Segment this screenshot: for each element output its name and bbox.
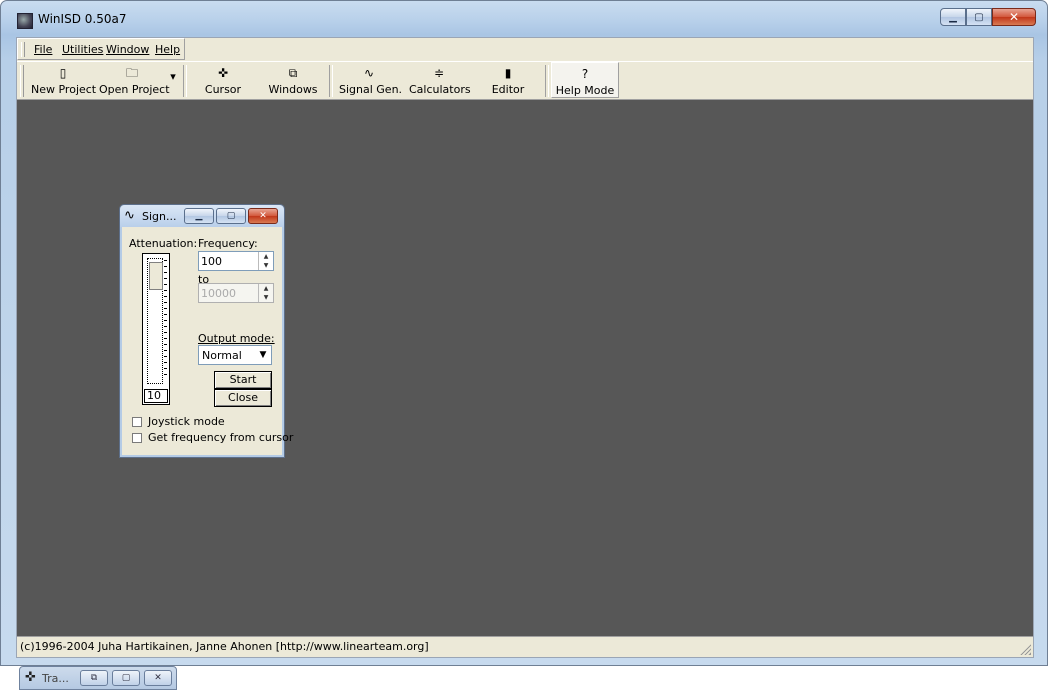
calculators-button[interactable]: ≑ Calculators xyxy=(409,65,471,99)
editor-button[interactable]: ▮ Editor xyxy=(483,65,533,99)
open-project-icon: 🗀 xyxy=(125,66,138,80)
sine-wave-icon: ∿ xyxy=(124,208,135,223)
cursor-icon: ✜ xyxy=(25,670,36,685)
window-title: WinISD 0.50a7 xyxy=(38,12,127,26)
open-project-button[interactable]: 🗀 Open Project xyxy=(99,65,170,99)
calculators-label: Calculators xyxy=(409,83,471,96)
mdi-workspace[interactable]: ∿ Sign... ▁ ▢ ✕ Attenuation: 10 Frequenc… xyxy=(17,100,1033,690)
frequency-label: Frequency: xyxy=(198,237,258,250)
new-project-label: New Project xyxy=(31,83,97,96)
new-project-icon: ▯ xyxy=(59,66,67,80)
resize-grip[interactable] xyxy=(1019,643,1031,655)
slider-ticks xyxy=(164,260,167,380)
status-bar: (c)1996-2004 Juha Hartikainen, Janne Aho… xyxy=(17,636,1033,657)
app-window: WinISD 0.50a7 ▁ ▢ ✕ File Utilities Windo… xyxy=(0,0,1048,690)
menu-utilities[interactable]: Utilities xyxy=(62,43,103,56)
minimize-button[interactable]: ▁ xyxy=(940,8,966,26)
signal-window-title-bar[interactable]: ∿ Sign... ▁ ▢ ✕ xyxy=(120,205,284,227)
minimized-child-window[interactable]: ✜ Tra... ⧉ ▢ ✕ xyxy=(19,666,177,690)
joystick-mode-label: Joystick mode xyxy=(148,415,225,428)
open-project-label: Open Project xyxy=(99,83,170,96)
calculators-icon: ≑ xyxy=(433,66,445,80)
signal-gen-icon: ∿ xyxy=(363,66,375,80)
menu-help[interactable]: Help xyxy=(155,43,180,56)
menu-bar: File Utilities Window Help xyxy=(17,38,185,60)
chevron-down-icon[interactable]: ▼ xyxy=(256,347,270,363)
open-project-dropdown[interactable]: ▾ xyxy=(167,70,179,104)
get-frequency-checkbox[interactable] xyxy=(132,433,142,443)
get-frequency-label: Get frequency from cursor xyxy=(148,431,294,444)
menu-file-label: File xyxy=(34,43,53,56)
cursor-button[interactable]: ✜ Cursor xyxy=(195,65,251,99)
status-text: (c)1996-2004 Juha Hartikainen, Janne Aho… xyxy=(20,640,429,653)
menu-window[interactable]: Window xyxy=(106,43,149,56)
client-area: File Utilities Window Help ▯ New Project… xyxy=(16,37,1034,690)
windows-label: Windows xyxy=(268,83,318,96)
cursor-icon: ✜ xyxy=(217,66,229,80)
menu-window-label: Window xyxy=(106,43,150,56)
editor-icon: ▮ xyxy=(504,66,512,80)
minimized-window-title: Tra... xyxy=(42,672,69,685)
frequency-spinner[interactable]: ▲ ▼ xyxy=(258,252,273,270)
maximize-button[interactable]: ▢ xyxy=(112,670,140,686)
maximize-button[interactable]: ▢ xyxy=(966,8,992,26)
close-dialog-button[interactable]: Close xyxy=(214,389,272,407)
output-mode-value: Normal xyxy=(202,349,242,362)
slider-thumb[interactable] xyxy=(149,262,163,290)
windows-icon: ⧉ xyxy=(288,66,298,80)
menu-help-label: Help xyxy=(155,43,181,56)
signal-maximize-button[interactable]: ▢ xyxy=(216,208,246,224)
app-icon[interactable] xyxy=(17,13,33,29)
new-project-button[interactable]: ▯ New Project xyxy=(31,65,97,99)
to-frequency-input[interactable]: 10000 ▲ ▼ xyxy=(198,283,274,303)
output-mode-label: Output mode: xyxy=(198,332,275,345)
joystick-mode-checkbox[interactable] xyxy=(132,417,142,427)
to-frequency-spinner[interactable]: ▲ ▼ xyxy=(258,284,273,302)
close-button[interactable]: ✕ xyxy=(144,670,172,686)
attenuation-slider[interactable]: 10 xyxy=(142,253,170,405)
signal-window-title: Sign... xyxy=(142,210,177,223)
menu-file[interactable]: File xyxy=(34,43,52,56)
toolbar-separator xyxy=(329,65,333,97)
to-frequency-value: 10000 xyxy=(201,287,236,300)
signal-close-button[interactable]: ✕ xyxy=(248,208,278,224)
editor-label: Editor xyxy=(491,83,525,96)
cursor-label: Cursor xyxy=(204,83,242,96)
signal-gen-button[interactable]: ∿ Signal Gen. xyxy=(339,65,403,99)
menu-grip[interactable] xyxy=(21,42,25,57)
help-mode-label: Help Mode xyxy=(555,84,615,97)
help-icon: ? xyxy=(581,67,589,81)
signal-generator-window: ∿ Sign... ▁ ▢ ✕ Attenuation: 10 Frequenc… xyxy=(119,204,293,458)
toolbar-grip[interactable] xyxy=(20,65,24,97)
toolbar-separator xyxy=(183,65,187,97)
title-bar[interactable]: WinISD 0.50a7 ▁ ▢ ✕ xyxy=(1,1,1047,35)
close-button[interactable]: ✕ xyxy=(992,8,1036,26)
output-mode-select[interactable]: Normal ▼ xyxy=(198,345,272,365)
attenuation-value: 10 xyxy=(144,389,168,403)
help-mode-button[interactable]: ? Help Mode xyxy=(551,62,619,98)
attenuation-label: Attenuation: xyxy=(129,237,198,250)
toolbar-separator xyxy=(545,65,549,97)
toolbar: ▯ New Project 🗀 Open Project ▾ ✜ Cursor … xyxy=(17,61,1033,100)
caption-buttons: ▁ ▢ ✕ xyxy=(940,8,1036,27)
menu-utilities-label: Utilities xyxy=(62,43,104,56)
signal-minimize-button[interactable]: ▁ xyxy=(184,208,214,224)
start-button[interactable]: Start xyxy=(214,371,272,389)
windows-button[interactable]: ⧉ Windows xyxy=(265,65,321,99)
restore-button[interactable]: ⧉ xyxy=(80,670,108,686)
signal-gen-label: Signal Gen. xyxy=(339,83,403,96)
frequency-value: 100 xyxy=(201,255,222,268)
frequency-input[interactable]: 100 ▲ ▼ xyxy=(198,251,274,271)
